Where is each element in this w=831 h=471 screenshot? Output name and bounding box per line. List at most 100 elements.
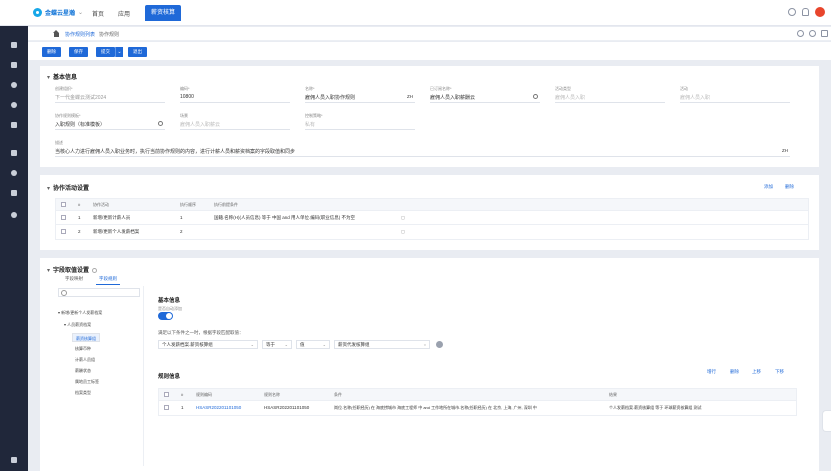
match-hint: 满足以下条件之一时，根据字段匹配取值：: [158, 330, 244, 335]
basic-info-panel: 基本信息 创建组织* 下一代金蝶云测试2024 编码* 10800 名称* 雇佣…: [40, 66, 819, 167]
home-icon[interactable]: [53, 30, 60, 37]
chevron-down-icon: ⌄: [78, 10, 84, 16]
value-type-selector[interactable]: 值 ⌄: [296, 340, 330, 349]
select-all-checkbox[interactable]: [61, 202, 66, 208]
save-button[interactable]: 保存: [69, 47, 88, 57]
tree-node[interactable]: ▾ 新增/更新个人发薪档案: [58, 310, 102, 316]
row-checkbox[interactable]: [61, 215, 66, 221]
submit-dropdown-button[interactable]: ⌄: [115, 47, 123, 57]
brand-name: 金蝶云星瀚: [45, 11, 76, 17]
table-row[interactable]: 2 新增/更新个人发薪档案 2 ◻: [56, 225, 808, 239]
settings-icon[interactable]: [436, 341, 443, 348]
select-all-checkbox[interactable]: [164, 392, 169, 398]
field-subscription[interactable]: 已订阅名称* 雇佣人员入职薪酬云: [430, 86, 540, 103]
move-up-button[interactable]: 上移: [752, 369, 761, 375]
globe-icon[interactable]: [9, 80, 19, 90]
help-icon[interactable]: [809, 30, 816, 37]
add-activity-button[interactable]: 添加: [764, 184, 773, 190]
rule-info-title: 规则信息: [158, 374, 181, 380]
tree-node[interactable]: 属地员工标签: [75, 379, 99, 385]
help-icon[interactable]: [92, 267, 98, 273]
field-control-strategy[interactable]: 控制策略* 私有: [305, 113, 415, 130]
exit-button[interactable]: 退出: [128, 47, 147, 57]
side-drawer-handle[interactable]: [822, 410, 831, 432]
search-icon[interactable]: [158, 121, 163, 126]
row-checkbox[interactable]: [164, 405, 169, 411]
avatar[interactable]: [815, 7, 825, 17]
calendar-icon[interactable]: [9, 188, 19, 198]
field-name[interactable]: 名称* 雇佣人员入职协作规则 ZH: [305, 86, 415, 103]
logo-icon: [33, 8, 42, 17]
table-header: # 协作活动 执行顺序 执行前提条件: [56, 199, 808, 211]
tree-node[interactable]: 薪酬状态: [75, 368, 91, 374]
doc-icon[interactable]: [9, 60, 19, 70]
edit-icon[interactable]: ◻: [401, 225, 405, 239]
collab-title: 协作活动设置: [47, 183, 89, 192]
value-lookup-input[interactable]: 薪资代发核算组 ○: [334, 340, 430, 349]
delete-activity-button[interactable]: 删除: [785, 184, 794, 190]
search-icon: ○: [423, 342, 426, 347]
breadcrumb-rule[interactable]: 协作规则: [99, 31, 119, 38]
field-description[interactable]: 描述 当核心人力进行雇佣人员入职业务时，执行当前协作规则的内容，进行计薪人员和薪…: [55, 140, 790, 157]
report-icon[interactable]: [9, 148, 19, 158]
user-icon[interactable]: [9, 100, 19, 110]
settings-icon[interactable]: [9, 168, 19, 178]
mapping-tabs: 字段映射 字段规则: [62, 274, 120, 285]
search-icon[interactable]: [533, 94, 538, 99]
tab-field-rule[interactable]: 字段规则: [96, 274, 120, 285]
edit-icon[interactable]: ◻: [401, 211, 405, 225]
table-row[interactable]: 1 HSASR202201101050 HSASR202201101050 岗位…: [159, 401, 796, 415]
tree-node[interactable]: 计薪人员组: [75, 357, 95, 363]
brand[interactable]: 金蝶云星瀚 ⌄: [33, 8, 83, 17]
fullscreen-icon[interactable]: [821, 30, 828, 37]
field-create-org[interactable]: 创建组织* 下一代金蝶云测试2024: [55, 86, 165, 103]
menu-icon[interactable]: [9, 40, 19, 50]
add-row-button[interactable]: 增行: [707, 369, 716, 375]
rule-code-link[interactable]: HSASR202201101050: [196, 401, 241, 415]
bell-icon[interactable]: [802, 8, 809, 16]
basic-info-title: 基本信息: [47, 72, 77, 81]
submit-button[interactable]: 提交: [96, 47, 115, 57]
search-icon[interactable]: [788, 8, 796, 16]
breadcrumb-rule-list[interactable]: 协作规则列表: [65, 31, 95, 38]
operator-selector[interactable]: 等于 ⌄: [262, 340, 292, 349]
left-rail: [0, 0, 28, 471]
delete-row-button[interactable]: 删除: [730, 369, 739, 375]
mapping-title: 字段取值设置: [47, 265, 98, 274]
field-selector[interactable]: 个人发薪档案.薪资核算组 ⌄: [158, 340, 258, 349]
location-icon[interactable]: [797, 30, 804, 37]
tree-node[interactable]: 核算币种: [75, 346, 91, 352]
field-scene[interactable]: 场景 雇佣人员入职薪云: [180, 113, 290, 130]
toolbar: 删除 保存 提交 ⌄ 退出: [28, 42, 831, 60]
table-row[interactable]: 1 新增/更新计薪人员 1 国籍.名称(H)(人员信息) 等于 中国 and 用…: [56, 211, 808, 225]
top-bar: 金蝶云星瀚 ⌄ 首页 应用 薪资核算: [0, 0, 831, 26]
language-suffix[interactable]: ZH: [407, 94, 413, 99]
nav-apps[interactable]: 应用: [118, 9, 130, 18]
tree-search-input[interactable]: [58, 288, 140, 297]
row-checkbox[interactable]: [61, 229, 66, 235]
tree-node-selected[interactable]: 薪资核算组: [72, 333, 100, 342]
field-tree: ▾ 新增/更新个人发薪档案 ▾ 人员薪资档案 薪资核算组 核算币种 计薪人员组 …: [54, 286, 144, 466]
collab-table: # 协作活动 执行顺序 执行前提条件 1 新增/更新计薪人员 1 国籍.名称(H…: [55, 198, 809, 240]
breadcrumb: 协作规则列表 协作规则: [28, 27, 831, 41]
tree-node[interactable]: ▾ 人员薪资档案: [64, 322, 91, 328]
table-header: # 规则编码 规则名称 条件 结果: [159, 389, 796, 401]
field-rule-template[interactable]: 协作规则模板* 入职规则（标准模板）: [55, 113, 165, 130]
field-activity[interactable]: 活动 雇佣人员入职: [680, 86, 790, 103]
move-down-button[interactable]: 下移: [775, 369, 784, 375]
nav-home[interactable]: 首页: [92, 9, 104, 18]
mapping-panel: 字段取值设置 字段映射 字段规则 ▾ 新增/更新个人发薪档案 ▾ 人员薪资档案 …: [40, 258, 819, 471]
chevron-down-icon: ⌄: [284, 342, 288, 347]
field-activity-type[interactable]: 活动类型 雇佣人员入职: [555, 86, 665, 103]
tab-payroll[interactable]: 薪资核算: [145, 5, 182, 21]
delete-button[interactable]: 删除: [42, 47, 61, 57]
expand-icon[interactable]: [9, 455, 19, 465]
tree-node[interactable]: 档案类型: [75, 390, 91, 396]
language-suffix[interactable]: ZH: [782, 148, 788, 153]
compass-icon[interactable]: [9, 210, 19, 220]
collab-panel: 协作活动设置 添加 删除 # 协作活动 执行顺序 执行前提条件 1 新增/更新计…: [40, 175, 819, 250]
auto-add-toggle[interactable]: [158, 312, 173, 320]
tab-field-mapping[interactable]: 字段映射: [62, 274, 86, 285]
chart-icon[interactable]: [9, 120, 19, 130]
field-code[interactable]: 编码* 10800: [180, 86, 290, 103]
